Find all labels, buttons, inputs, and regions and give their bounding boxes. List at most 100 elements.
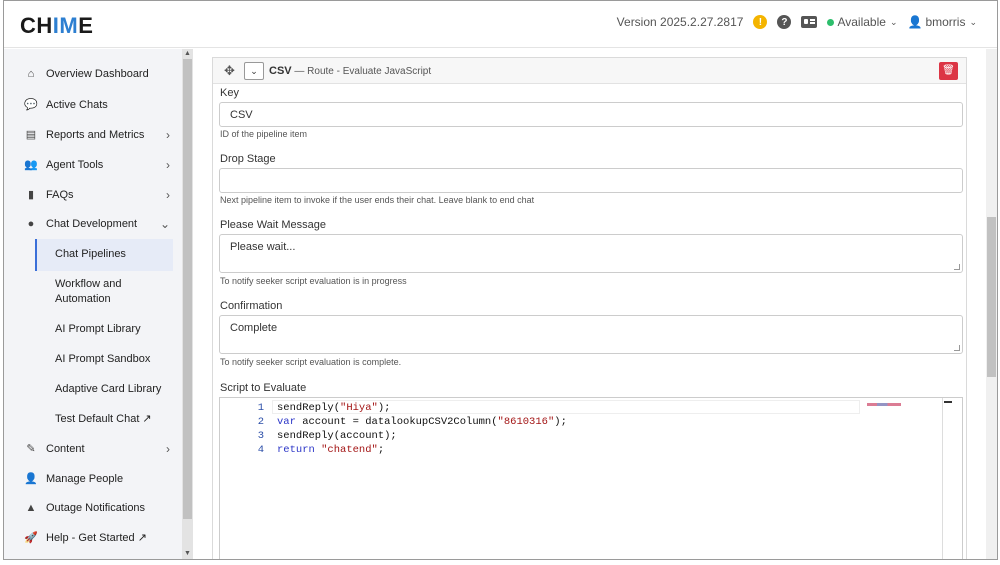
line-number: 2	[257, 416, 264, 428]
version-text: Version 2025.2.27.2817	[616, 15, 744, 29]
wait-message-value: Please wait...	[230, 241, 296, 253]
wait-message-label: Please Wait Message	[220, 219, 326, 231]
header-controls: Version 2025.2.27.2817 ! ? Available ⌄ 👤…	[607, 15, 977, 29]
key-input[interactable]: CSV	[219, 102, 963, 127]
collapse-button[interactable]: ⌄	[244, 62, 264, 80]
sidebar-item-content[interactable]: ✎ Content ›	[24, 441, 174, 456]
status-dropdown[interactable]: Available ⌄	[827, 15, 897, 29]
user-menu[interactable]: 👤 bmorris ⌄	[907, 15, 977, 29]
app-window: CHIME Version 2025.2.27.2817 ! ? Availab…	[3, 0, 998, 560]
wait-message-textarea[interactable]: Please wait...	[219, 234, 963, 273]
chevron-right-icon: ›	[166, 157, 170, 172]
sidebar-item-chat-development[interactable]: ● Chat Development ⌄	[24, 217, 174, 231]
sidebar-item-label: Active Chats	[46, 98, 108, 111]
line-number: 4	[257, 444, 264, 456]
sidebar-item-label: Agent Tools	[46, 158, 104, 171]
edit-icon: ✎	[26, 443, 36, 455]
chevron-right-icon: ›	[166, 187, 170, 202]
sidebar-item-help[interactable]: 🚀 Help - Get Started ↗	[24, 531, 174, 544]
chevron-down-icon: ⌄	[159, 217, 170, 231]
sidebar-subitem-test-default-chat[interactable]: Test Default Chat ↗	[55, 412, 165, 427]
chime-logo[interactable]: CHIME	[20, 13, 93, 39]
resize-handle-icon[interactable]	[954, 345, 960, 351]
sidebar-item-reports[interactable]: ▤ Reports and Metrics ›	[24, 127, 174, 142]
drop-stage-input[interactable]	[219, 168, 963, 193]
warning-icon[interactable]: !	[753, 15, 768, 29]
minimap-slider[interactable]	[944, 401, 952, 403]
code-line: sendReply(account);	[277, 430, 397, 442]
sidebar-item-label: Help - Get Started ↗	[46, 532, 147, 544]
help-icon[interactable]: ?	[777, 15, 792, 29]
confirmation-textarea[interactable]: Complete	[219, 315, 963, 354]
book-icon: ▮	[27, 189, 35, 201]
top-bar: CHIME Version 2025.2.27.2817 ! ? Availab…	[4, 1, 997, 48]
editor-minimap[interactable]	[867, 403, 901, 406]
sidebar-item-label: Content	[46, 442, 85, 455]
confirmation-label: Confirmation	[220, 300, 283, 312]
code-line: sendReply("Hiya");	[277, 402, 391, 414]
id-card-icon[interactable]	[801, 16, 818, 28]
rocket-icon: 🚀	[24, 532, 38, 544]
main-scrollbar[interactable]	[986, 49, 997, 559]
sidebar-item-active-chats[interactable]: 💬 Active Chats	[24, 98, 174, 112]
sidebar-subitem-ai-prompt-sandbox[interactable]: AI Prompt Sandbox	[55, 352, 165, 367]
user-icon: 👤	[907, 15, 923, 29]
chart-icon: ▤	[25, 129, 37, 141]
delete-button[interactable]: 🗑	[939, 62, 958, 80]
script-label: Script to Evaluate	[220, 382, 307, 394]
alert-triangle-icon: ▲	[25, 502, 37, 514]
sidebar-item-label: Overview Dashboard	[46, 68, 149, 80]
chevron-down-icon: ⌄	[969, 16, 977, 27]
sidebar-scrollbar-thumb[interactable]	[183, 59, 192, 519]
main-content: ✥ ⌄ CSV — Route - Evaluate JavaScript 🗑 …	[194, 49, 989, 559]
panel-title: CSV — Route - Evaluate JavaScript	[269, 65, 432, 77]
sidebar-item-overview-dashboard[interactable]: ⌂ Overview Dashboard	[24, 68, 174, 80]
editor-ruler	[942, 398, 943, 559]
wait-message-help: To notify seeker script evaluation is in…	[220, 276, 407, 286]
move-icon[interactable]: ✥	[224, 63, 235, 79]
sidebar-subitem-chat-pipelines[interactable]: Chat Pipelines	[55, 247, 165, 262]
confirmation-value: Complete	[230, 322, 278, 334]
sidebar-item-outage-notifications[interactable]: ▲ Outage Notifications	[24, 502, 174, 514]
main-scrollbar-thumb[interactable]	[987, 217, 996, 377]
resize-handle-icon[interactable]	[954, 264, 960, 270]
status-dot-icon	[827, 18, 835, 26]
line-number: 3	[257, 430, 264, 442]
sidebar-scrollbar[interactable]: ▲ ▼	[182, 49, 193, 559]
sidebar-item-manage-people[interactable]: 👤 Manage People	[24, 472, 174, 486]
key-help: ID of the pipeline item	[220, 129, 308, 139]
sidebar-item-label: Manage People	[46, 472, 124, 485]
scroll-down-arrow-icon[interactable]: ▼	[182, 550, 193, 559]
chevron-right-icon: ›	[166, 441, 170, 456]
code-line: var account = datalookupCSV2Column("8610…	[277, 416, 567, 428]
sidebar-subitem-ai-prompt-library[interactable]: AI Prompt Library	[55, 322, 165, 337]
comment-icon: ●	[27, 218, 35, 230]
confirmation-help: To notify seeker script evaluation is co…	[220, 357, 402, 367]
users-icon: 👥	[24, 159, 38, 171]
drop-stage-label: Drop Stage	[220, 153, 276, 165]
drop-stage-help: Next pipeline item to invoke if the user…	[220, 195, 535, 205]
sidebar-subitem-adaptive-card-library[interactable]: Adaptive Card Library	[55, 382, 165, 397]
pipeline-item-panel: ✥ ⌄ CSV — Route - Evaluate JavaScript 🗑 …	[212, 57, 967, 559]
line-number: 1	[257, 402, 264, 414]
sidebar-item-label: FAQs	[46, 188, 74, 201]
sidebar: ⌂ Overview Dashboard 💬 Active Chats ▤ Re…	[4, 49, 182, 559]
home-icon: ⌂	[27, 68, 35, 80]
sidebar-item-agent-tools[interactable]: 👥 Agent Tools ›	[24, 157, 174, 172]
chat-bubbles-icon: 💬	[24, 99, 38, 111]
status-label: Available	[837, 15, 886, 29]
sidebar-item-faqs[interactable]: ▮ FAQs ›	[24, 187, 174, 202]
sidebar-item-label: Reports and Metrics	[46, 128, 145, 141]
code-line: return "chatend";	[277, 444, 385, 456]
panel-header: ✥ ⌄ CSV — Route - Evaluate JavaScript 🗑	[213, 58, 966, 84]
person-icon: 👤	[24, 473, 38, 485]
editor-gutter	[220, 398, 272, 559]
key-label: Key	[220, 87, 239, 99]
sidebar-item-label: Outage Notifications	[46, 502, 146, 514]
sidebar-item-label: Chat Development	[46, 218, 138, 230]
username-label: bmorris	[925, 15, 966, 29]
sidebar-subitem-workflow[interactable]: Workflow and Automation	[55, 277, 165, 307]
chevron-down-icon: ⌄	[889, 16, 898, 27]
script-editor[interactable]: 1 sendReply("Hiya"); 2 var account = dat…	[219, 397, 963, 559]
chevron-right-icon: ›	[166, 127, 170, 142]
